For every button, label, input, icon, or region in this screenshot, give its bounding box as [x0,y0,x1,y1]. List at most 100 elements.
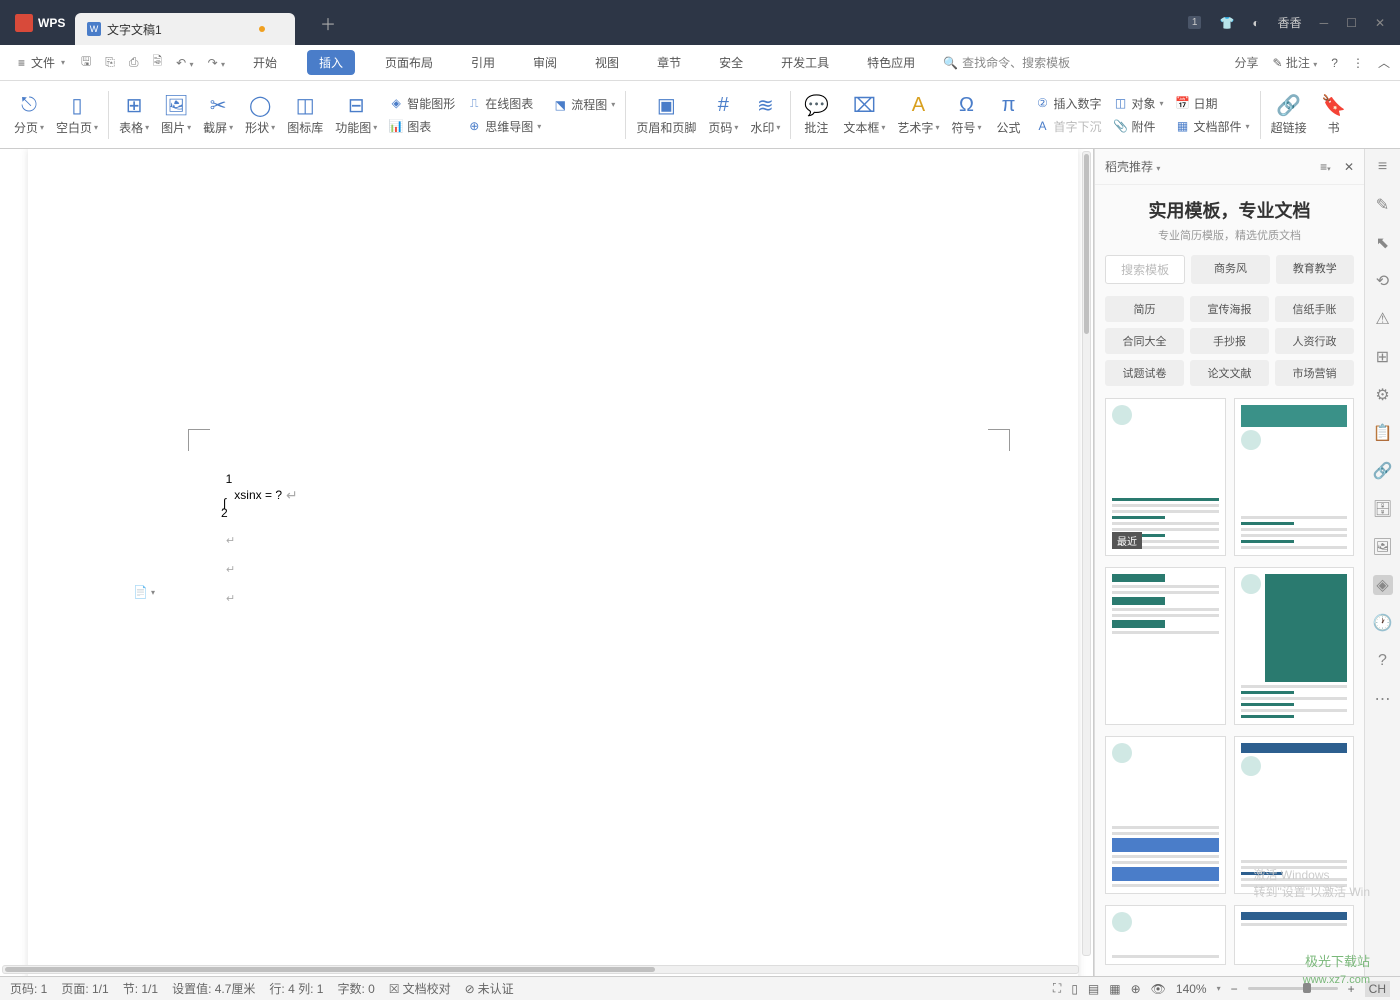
paragraph-options-icon[interactable]: 📄▾ [133,585,155,599]
minimize-button[interactable]: ─ [1320,16,1329,30]
comment-button[interactable]: 💬批注 [795,85,837,145]
cat-contract[interactable]: 合同大全 [1105,328,1184,354]
notification-badge[interactable]: 1 [1188,16,1202,29]
share-button[interactable]: 分享 [1235,54,1259,71]
rail-3d-icon[interactable]: ◈ [1373,575,1393,595]
template-card[interactable] [1105,567,1226,725]
user-avatar-icon[interactable]: ◐ [1252,16,1259,30]
insert-number-button[interactable]: ②插入数字 [1035,95,1101,112]
pagenum-button[interactable]: #页码▾ [702,85,744,145]
close-button[interactable]: ✕ [1375,16,1385,30]
textbox-button[interactable]: ⌧文本框▾ [837,85,891,145]
print-preview-icon[interactable]: 🗟 [153,52,163,73]
status-page[interactable]: 页码: 1 [10,980,47,997]
iconlib-button[interactable]: ◫图标库 [281,85,329,145]
wordart-button[interactable]: A艺术字▾ [891,85,945,145]
template-card[interactable]: 最近 [1105,398,1226,556]
vertical-scrollbar[interactable] [1082,151,1091,956]
more-icon[interactable]: ⋮ [1352,56,1364,70]
rail-image-icon[interactable]: 🖼 [1373,537,1393,557]
tab-start[interactable]: 开始 [245,50,285,75]
template-card[interactable] [1234,567,1355,725]
status-setval[interactable]: 设置值: 4.7厘米 [172,980,255,997]
tab-reference[interactable]: 引用 [463,50,503,75]
tab-education[interactable]: 教育教学 [1276,255,1354,284]
cat-letter[interactable]: 信纸手账 [1275,296,1354,322]
watermark-button[interactable]: ≋水印▾ [744,85,786,145]
fnchart-button[interactable]: ⊟功能图▾ [329,85,383,145]
panel-title[interactable]: 稻壳推荐 ▾ [1105,158,1160,175]
template-card[interactable] [1105,905,1226,965]
tab-insert[interactable]: 插入 [307,50,355,75]
status-chars[interactable]: 字数: 0 [337,980,374,997]
object-button[interactable]: ◫对象▾ [1114,95,1164,112]
status-proof[interactable]: ☒ 文档校对 [389,980,451,997]
blank-page-button[interactable]: ▯空白页▾ [50,85,104,145]
status-pages[interactable]: 页面: 1/1 [61,980,108,997]
template-search-input[interactable]: 搜索模板 [1105,255,1185,284]
cat-poster[interactable]: 宣传海报 [1190,296,1269,322]
rail-help-icon[interactable]: ? [1373,651,1393,671]
help-button[interactable]: ? [1331,56,1338,70]
rail-select-icon[interactable]: ⬉ [1373,233,1393,253]
screenshot-button[interactable]: ✂截屏▾ [197,85,239,145]
tab-pagelayout[interactable]: 页面布局 [377,50,441,75]
tab-view[interactable]: 视图 [587,50,627,75]
status-rowcol[interactable]: 行: 4 列: 1 [269,980,323,997]
symbol-button[interactable]: Ω符号▾ [945,85,987,145]
tab-review[interactable]: 审阅 [525,50,565,75]
view-mode-3-icon[interactable]: ▦ [1109,982,1120,996]
new-tab-button[interactable]: ＋ [320,11,336,35]
eye-icon[interactable]: 👁 [1151,982,1166,996]
panel-close-button[interactable]: ✕ [1344,160,1354,174]
formula-button[interactable]: π公式 [987,85,1029,145]
docparts-button[interactable]: ▦文档部件▾ [1176,118,1250,135]
document-tab[interactable]: W 文字文稿1 [75,13,295,45]
table-button[interactable]: ⊞表格▾ [113,85,155,145]
dropcap-button[interactable]: A首字下沉 [1035,118,1101,135]
collapse-ribbon-button[interactable]: ︿ [1378,54,1390,71]
status-cert[interactable]: ⊘ 未认证 [465,980,514,997]
mindmap-button[interactable]: ⊕思维导图▾ [467,118,541,135]
cat-thesis[interactable]: 论文文献 [1190,360,1269,386]
tab-business[interactable]: 商务风 [1191,255,1269,284]
status-section[interactable]: 节: 1/1 [123,980,158,997]
rail-sync-icon[interactable]: ⟲ [1373,271,1393,291]
maximize-button[interactable]: ☐ [1346,16,1357,30]
tab-section[interactable]: 章节 [649,50,689,75]
command-search[interactable]: 🔍 查找命令、搜索模板 [943,54,1070,71]
tab-dev[interactable]: 开发工具 [773,50,837,75]
rail-history-icon[interactable]: 🕐 [1373,613,1393,633]
onlinechart-button[interactable]: ⎍在线图表 [467,95,541,112]
smartart-button[interactable]: ◈智能图形 [389,95,455,112]
comment-dropdown[interactable]: ✎ 批注 ▾ [1273,54,1318,71]
view-mode-1-icon[interactable]: ▯ [1071,982,1078,996]
undo-button[interactable]: ↶ ▾ [176,56,193,70]
shape-button[interactable]: ◯形状▾ [239,85,281,145]
ime-indicator[interactable]: CH [1365,981,1390,997]
bookmark-button[interactable]: 🔖书 [1313,85,1355,145]
file-menu[interactable]: ≡ 文件 ▾ [10,54,73,71]
cat-marketing[interactable]: 市场营销 [1275,360,1354,386]
print-icon[interactable]: ⎙ [129,55,139,70]
template-card[interactable] [1234,736,1355,894]
flowchart-button[interactable]: ⬔流程图▾ [553,96,615,113]
tab-special[interactable]: 特色应用 [859,50,923,75]
rail-warn-icon[interactable]: ⚠ [1373,309,1393,329]
document-canvas[interactable]: ∫ 1 2 xsinx = ? ↵ ↵ ↵ ↵ 📄▾ [0,149,1094,976]
rail-archive-icon[interactable]: 🗄 [1373,499,1393,519]
cat-newspaper[interactable]: 手抄报 [1190,328,1269,354]
rail-link-icon[interactable]: 🔗 [1373,461,1393,481]
cat-hr[interactable]: 人资行政 [1275,328,1354,354]
rail-hamburger-icon[interactable]: ≡ [1373,157,1393,177]
headerfooter-button[interactable]: ▣页眉和页脚 [630,85,702,145]
save-icon[interactable]: 🖫 [81,52,91,73]
horizontal-scrollbar[interactable] [2,965,1079,974]
rail-settings-icon[interactable]: ⚙ [1373,385,1393,405]
globe-icon[interactable]: ⊕ [1131,982,1141,996]
date-button[interactable]: 📅日期 [1176,95,1250,112]
equation[interactable]: ∫ 1 2 xsinx = ? ↵ [223,474,298,516]
rail-clipboard-icon[interactable]: 📋 [1373,423,1393,443]
zoom-value[interactable]: 140% [1176,982,1207,996]
attach-button[interactable]: 📎附件 [1114,118,1164,135]
